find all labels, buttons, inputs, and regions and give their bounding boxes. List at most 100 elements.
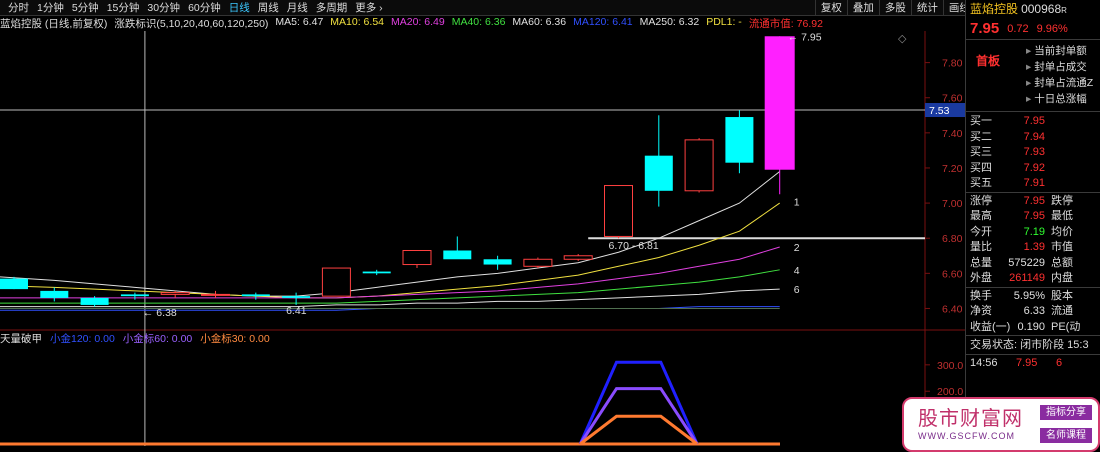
tab-timeframe-3[interactable]: 15分钟 [107,0,140,15]
seal-stat-3: ▸ 十日总涨幅 [1026,91,1100,107]
fund-value: 5.95% [1013,289,1045,302]
bid-row: 买四 7.92 [966,161,1100,177]
toolbar-button-2[interactable]: 多股 [878,0,911,16]
y-tick-label: 6.60 [942,268,963,280]
candle-body [282,296,311,298]
bid-book: 买一 7.95 买二 7.94 买三 7.93 买四 7.92 买五 7.91 [966,112,1100,192]
stat-label: 量比 [970,241,992,253]
logo-url: WWW.GSCFW.COM [918,431,1015,441]
bid-label: 买一 [970,115,992,127]
tab-timeframe-4[interactable]: 30分钟 [147,0,180,15]
bid-price: 7.95 [1023,115,1045,127]
stat-row: 外盘 261149 内盘 [966,271,1100,287]
chart-annotation: 6.41 [286,305,307,317]
fund-row: 换手 5.95% 股本 [966,289,1100,305]
bid-price: 7.93 [1023,146,1045,158]
chart-annotation: 1 [794,196,800,208]
fund-label-2: 股本 [1051,289,1073,302]
candle-body [604,185,633,237]
stat-value: 7.19 [1023,225,1045,238]
tab-timeframe-6[interactable]: 日线 [229,0,250,15]
ma-value-3: MA40: 6.36 [451,16,506,28]
sub-value-0: 小金120: 0.00 [50,332,115,345]
tab-timeframe-7[interactable]: 周线 [258,0,279,15]
tab-timeframe-9[interactable]: 多周期 [316,0,348,15]
indicator-label[interactable]: 涨跌标识(5,10,20,40,60,120,250) [114,16,268,31]
toolbar-button-3[interactable]: 统计 [910,0,943,16]
stat-label-2: 均价 [1051,225,1073,238]
stat-value: 7.95 [1023,194,1045,207]
last-price: 7.95 [970,20,1000,37]
bid-label: 买二 [970,130,992,143]
fund-value: 0.190 [1017,320,1045,333]
ma-value-6: MA250: 6.32 [639,16,700,28]
stat-row: 量比 1.39 市值 [966,240,1100,256]
period-toolbar: 分时 1分钟 5分钟 15分钟 30分钟 60分钟 日线 周线 月线 多周期 更多 › 复权 叠加 多股… [0,0,1100,16]
seal-stat-1: ▸ 封单占成交 [1026,59,1100,75]
stat-label: 涨停 [970,194,992,207]
price-change: 0.72 [1007,22,1029,35]
diamond-icon[interactable]: ◇ [898,33,907,45]
stat-label-2: 跌停 [1051,194,1073,207]
sub-indicator-title[interactable]: 天量破甲 [0,331,42,346]
candle-body [0,278,28,290]
stat-value: 575229 [1008,256,1045,269]
seal-stat-label: 当前封单额 [1034,45,1087,57]
stat-value: 261149 [1009,272,1045,284]
crosshair-price-label: 7.53 [929,105,950,117]
candle-body [483,259,512,265]
ma-value-1: MA10: 6.54 [330,16,384,28]
candlestick-chart[interactable]: 7.80 7.60 7.40 7.20 7.00 6.80 6.60 6.40 7.53 ← 6.… [0,31,965,452]
tab-timeframe-5[interactable]: 60分钟 [188,0,221,15]
tab-timeframe-10[interactable]: 更多 › [355,0,382,15]
timeframe-tabs: 分时 1分钟 5分钟 15分钟 30分钟 60分钟 日线 周线 月线 多周期 更多 › [0,0,383,15]
stat-label-2: 总额 [1051,256,1073,269]
seal-section: 首板 ▸ 当前封单额 ▸ 封单占成交 ▸ 封单占流通Z ▸ 十日总涨幅 [966,40,1100,112]
price-line: 7.95 0.72 9.96% [966,18,1100,40]
check-icon: ▸ [1026,77,1035,89]
toolbar-button-0[interactable]: 复权 [814,0,847,16]
ma-value-2: MA20: 6.49 [391,16,445,28]
candle-body-limit-up [764,36,795,170]
sub-indicator-legend: 天量破甲 小金120: 0.00 小金标60: 0.00 小金标30: 0.00 [0,331,278,345]
seal-stat-label: 十日总涨幅 [1034,93,1087,105]
logo-title: 股市财富网 [918,408,1023,430]
candle-body [160,292,190,295]
seal-stat-label: 封单占成交 [1034,61,1087,73]
trade-state: 交易状态: 闭市阶段 15:3 [966,338,1100,354]
chart-annotation: ← 6.38 [143,307,177,319]
stat-value: 7.95 [1023,210,1045,222]
y-tick-label: 7.40 [942,128,963,140]
bid-price: 7.92 [1023,161,1045,174]
logo-tag-course: 名师课程 [1040,428,1092,443]
check-icon: ▸ [1026,93,1035,105]
sub-y-tick-label: 300.0 [937,360,963,372]
fund-label: 换手 [970,289,992,302]
candle-body [644,155,673,191]
candle-body [684,139,714,192]
tab-timeframe-1[interactable]: 1分钟 [37,0,64,15]
chart-annotation: 6 [794,284,800,296]
tick-price: 7.95 [1016,356,1038,369]
check-icon: ▸ [1026,61,1035,73]
y-tick-label: 6.40 [942,303,963,315]
tab-timeframe-2[interactable]: 5分钟 [72,0,99,15]
quote-header: 蓝焰控股 000968R [966,0,1100,18]
ma-values: MA5: 6.47 MA10: 6.54 MA20: 6.49 MA40: 6.36 M… [275,16,830,31]
fund-row: 净资 6.33 流通 [966,304,1100,320]
logo-tag-share: 指标分享 [1040,405,1092,420]
fund-label: 净资 [970,305,992,317]
ma-value-7: PDL1: - [706,16,742,28]
bid-row: 买一 7.95 [966,114,1100,130]
tab-timeframe-8[interactable]: 月线 [287,0,308,15]
tab-timeframe-0[interactable]: 分时 [8,0,29,15]
ma-line-ma10 [0,202,780,299]
candle-body [402,249,432,266]
toolbar-button-1[interactable]: 叠加 [846,0,879,16]
candle-body [725,117,754,163]
bid-row: 买二 7.94 [966,130,1100,146]
stock-chart-label: 蓝焰控股 (日线,前复权) [0,18,108,30]
y-tick-label: 7.60 [942,93,963,105]
y-tick-label: 7.80 [942,58,963,70]
fund-label-2: 流通 [1051,305,1073,317]
